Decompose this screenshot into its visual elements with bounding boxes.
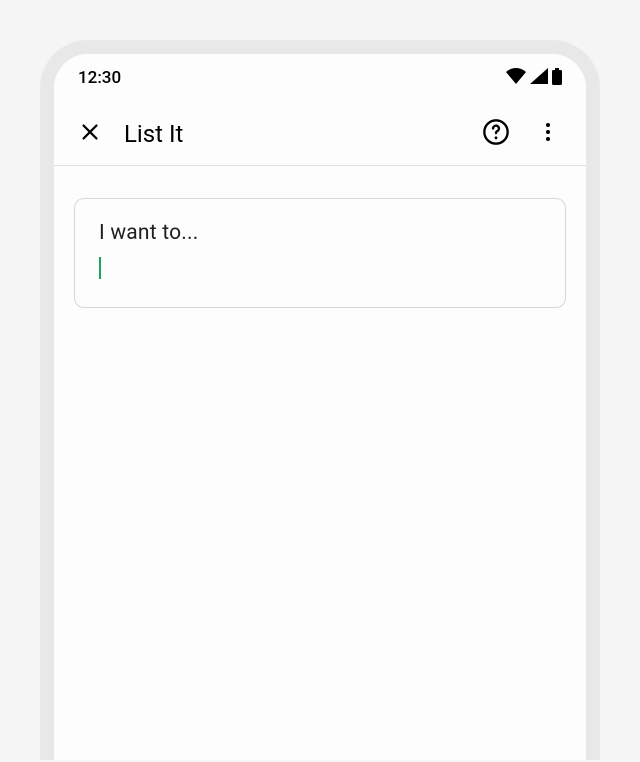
status-time: 12:30 — [78, 68, 121, 88]
status-bar: 12:30 — [54, 54, 586, 102]
more-options-button[interactable] — [526, 112, 570, 156]
app-bar: List It — [54, 102, 586, 166]
wifi-icon — [506, 68, 526, 88]
status-icons — [506, 68, 562, 89]
close-icon — [79, 121, 101, 147]
close-button[interactable] — [70, 114, 110, 154]
app-title: List It — [124, 120, 474, 148]
device-frame: 12:30 List It — [40, 40, 600, 760]
app-bar-actions — [474, 112, 570, 156]
input-card[interactable]: I want to... — [74, 198, 566, 308]
cellular-icon — [530, 68, 548, 88]
help-button[interactable] — [474, 112, 518, 156]
text-cursor — [99, 257, 101, 279]
content-area: I want to... — [54, 166, 586, 340]
help-icon — [482, 118, 510, 150]
more-vertical-icon — [536, 120, 560, 148]
battery-icon — [552, 68, 562, 89]
input-label: I want to... — [99, 221, 541, 245]
